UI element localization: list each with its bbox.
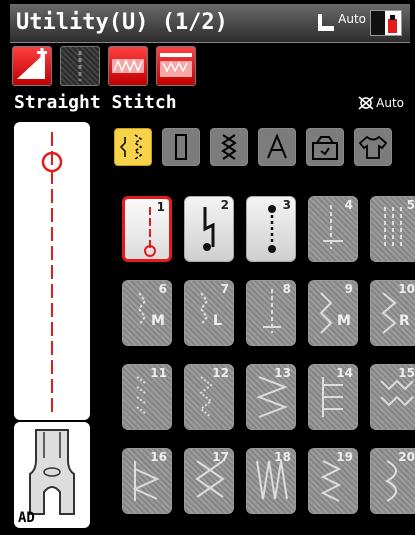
stitch-number: 19 [336,450,353,464]
needle-stop-icon[interactable] [370,10,402,36]
presser-foot-icon [314,12,336,34]
stitch-number: 20 [398,450,415,464]
stitch-density-button[interactable] [156,46,196,86]
stitch-tile-16: 16 [122,448,172,514]
tension-icon [358,96,374,110]
stitch-tile-4: 4 [308,196,358,262]
stitch-tile-12: 12 [184,364,234,430]
stitch-tile-8: 8 [246,280,296,346]
stitch-name-label: Straight Stitch [14,92,177,113]
stitch-tile-19: 19 [308,448,358,514]
needle-position-icon [78,51,82,81]
buttonhole-icon [175,134,187,160]
header-bar: Utility(U) (1/2) Auto [10,4,410,43]
stitch-number: 15 [398,366,415,380]
stitch-tile-3[interactable]: 3 [246,196,296,262]
svg-text:M: M [337,313,351,329]
memory-icon [312,136,338,160]
stitch-length-button[interactable] [12,46,52,86]
stitch-number: 6 [158,282,167,296]
stitch-number: 1 [156,200,165,214]
stitch-number: 4 [344,198,353,212]
stitch-tile-7: L7 [184,280,234,346]
stitch-tile-2[interactable]: 2 [184,196,234,262]
stitch-number: 17 [212,450,229,464]
stitch-length-icon [17,48,47,79]
stitch-number: 9 [344,282,353,296]
page-title: Utility(U) (1/2) [16,10,228,35]
stitch-tile-20: 20 [370,448,415,514]
stitch-number: 10 [398,282,415,296]
decorative-stitch-icon [221,134,237,160]
presser-foot-code: AD [18,510,35,526]
stitch-tile-10: R 10 [370,280,415,346]
tension-auto-label: Auto [376,96,404,110]
tab-utility[interactable] [114,128,152,166]
stitch-number: 18 [274,450,291,464]
thread-tension-indicator: Auto [358,96,404,110]
sewing-machine-screen: Utility(U) (1/2) Auto Straight Stitch Au… [10,0,415,535]
stitch-preview-panel [14,122,90,420]
stitch-tile-17: 17 [184,448,234,514]
letter-icon [267,133,287,159]
stitch-tile-11: 11 [122,364,172,430]
stitch-preview-icon [41,132,63,412]
stitch-pattern-icon [144,207,156,257]
stitch-number: 11 [150,366,167,380]
stitch-tile-9: M9 [308,280,358,346]
needle-position-button[interactable] [60,46,100,86]
tab-buttonhole[interactable] [162,128,200,166]
svg-text:M: M [151,313,165,329]
stitch-number: 16 [150,450,167,464]
stitch-number: 5 [406,198,415,212]
stitch-number: 13 [274,366,291,380]
presser-auto-label: Auto [338,12,366,26]
tab-clothing[interactable] [354,128,392,166]
stitch-number: 12 [212,366,229,380]
stitch-number: 3 [282,198,291,212]
stitch-width-icon [112,58,144,74]
stitch-tile-5: 5 [370,196,415,262]
stitch-category-tabs [114,128,392,166]
utility-stitch-icon [119,134,143,160]
stitch-tile-1[interactable]: 1 [122,196,172,262]
stitch-tile-18: 18 [246,448,296,514]
stitch-tile-13: 13 [246,364,296,430]
svg-text:L: L [213,313,222,329]
clothing-icon [358,135,388,159]
stitch-density-icon [160,53,192,77]
tab-decorative[interactable] [210,128,248,166]
stitch-adjust-toolbar [12,46,196,86]
tab-memory[interactable] [306,128,344,166]
stitch-pattern-grid: 1 2 3 4 5 M 6 L 7 8 M 9 R 10 11 12 13 14 15 16 17 18 19 20 [122,196,415,514]
stitch-tile-15: 15 [370,364,415,430]
stitch-width-button[interactable] [108,46,148,86]
stitch-number: 7 [220,282,229,296]
presser-foot-status: Auto [314,10,402,36]
stitch-number: 14 [336,366,353,380]
presser-foot-panel[interactable]: AD [14,422,90,528]
tab-letters[interactable] [258,128,296,166]
stitch-number: 2 [220,198,229,212]
stitch-tile-6: M6 [122,280,172,346]
stitch-number: 8 [282,282,291,296]
stitch-tile-14: 14 [308,364,358,430]
svg-text:R: R [399,313,410,329]
